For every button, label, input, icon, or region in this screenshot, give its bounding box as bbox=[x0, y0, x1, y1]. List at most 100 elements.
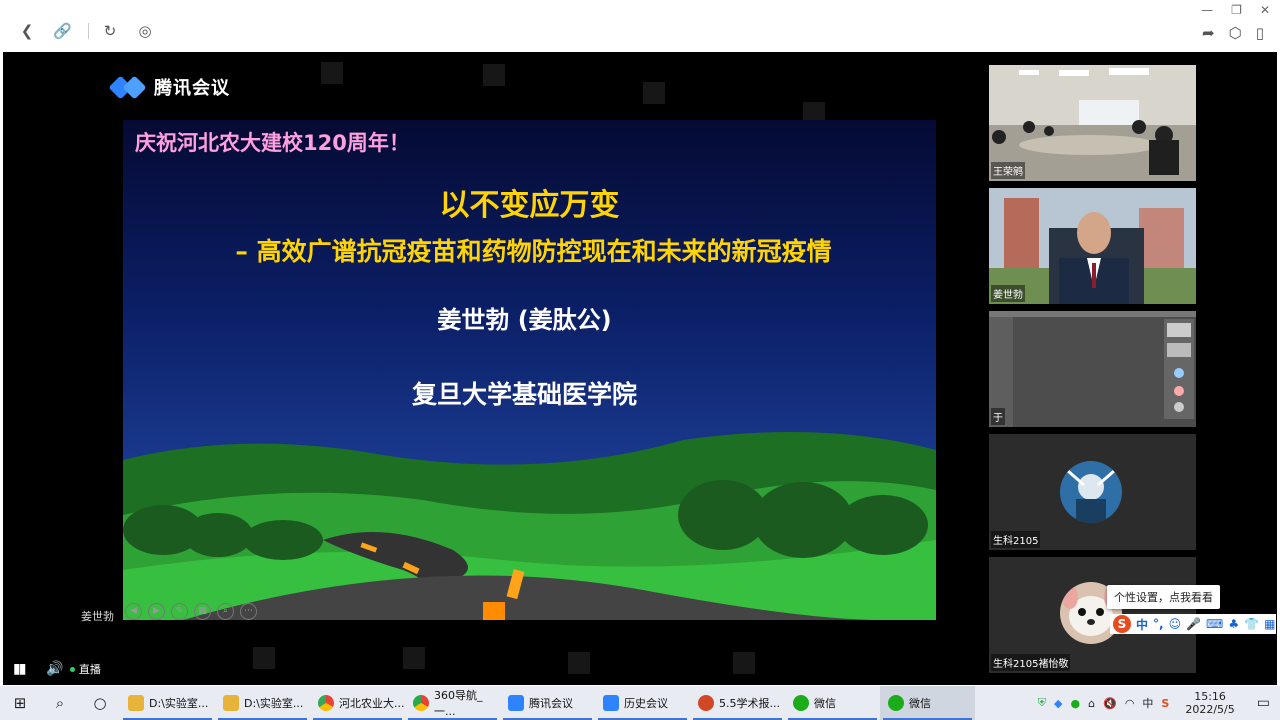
windows-start-icon[interactable]: ⊞ bbox=[0, 694, 40, 712]
taskbar-item[interactable]: 360导航_一... bbox=[405, 686, 500, 720]
system-clock[interactable]: 15:16 2022/5/5 bbox=[1185, 690, 1234, 716]
live-indicator: 直播 bbox=[69, 661, 101, 677]
refresh-icon[interactable]: ↻ bbox=[101, 22, 119, 40]
ime-mode[interactable]: 中 bbox=[1136, 616, 1148, 633]
avatar bbox=[1060, 461, 1122, 523]
volume-muted-icon[interactable]: 🔇 bbox=[1103, 697, 1117, 710]
system-tray: ⛨ ◆ ● ⌂ 🔇 ◠ 中 S 15:16 2022/5/5 ▭ bbox=[1038, 690, 1280, 716]
back-icon[interactable]: ❮ bbox=[18, 22, 36, 40]
restore-icon[interactable]: ❐ bbox=[1231, 3, 1242, 17]
share-icon[interactable]: ➦ bbox=[1202, 24, 1215, 42]
toolbar-right: ➦ ⬡ ▯ bbox=[1202, 24, 1264, 42]
cube-icon[interactable]: ⬡ bbox=[1229, 24, 1242, 42]
slide-controls: ◀ ▶ ✎ ▦ ⌕ ⋯ bbox=[125, 603, 257, 620]
sogou-icon[interactable]: S bbox=[1113, 615, 1131, 633]
wechat-tray-icon[interactable]: ● bbox=[1071, 697, 1081, 710]
mic-icon[interactable]: 🎤 bbox=[1186, 617, 1201, 631]
watermark bbox=[253, 647, 275, 669]
next-slide-button[interactable]: ▶ bbox=[148, 603, 165, 620]
slide-title: 以不变应万变 bbox=[439, 188, 620, 223]
participant-name: 于 bbox=[991, 408, 1005, 425]
watermark bbox=[321, 62, 343, 84]
shirt-icon[interactable]: 👕 bbox=[1244, 617, 1259, 631]
tencent-meeting-icon bbox=[603, 695, 619, 711]
taskbar-item[interactable]: D:\实验室... bbox=[215, 686, 310, 720]
skin-icon[interactable]: ♣ bbox=[1228, 617, 1239, 631]
tencent-meeting-tray-icon[interactable]: ◆ bbox=[1054, 697, 1062, 710]
prev-slide-button[interactable]: ◀ bbox=[125, 603, 142, 620]
more-icon[interactable]: ⋯ bbox=[240, 603, 257, 620]
participant-name: 生科2105褚怡敬 bbox=[991, 654, 1071, 671]
tray-language[interactable]: 中 bbox=[1142, 695, 1153, 711]
watermark bbox=[483, 64, 505, 86]
punctuation-icon[interactable]: °, bbox=[1153, 617, 1164, 631]
folder-icon bbox=[128, 695, 144, 711]
app-logo: 腾讯会议 bbox=[108, 74, 230, 100]
volume-icon[interactable]: 🔊 bbox=[46, 661, 63, 677]
taskbar-item[interactable]: 微信 bbox=[880, 686, 975, 720]
taskbar-item-label: D:\实验室... bbox=[149, 697, 209, 710]
brand-name: 腾讯会议 bbox=[154, 78, 230, 99]
chrome-icon bbox=[318, 695, 334, 711]
browser-toolbar: ❮ 🔗 ↻ ◎ — ❐ ✕ ➦ ⬡ ▯ bbox=[0, 0, 1280, 52]
taskbar-item[interactable]: 历史会议 bbox=[595, 686, 690, 720]
cortana-icon[interactable]: ○ bbox=[80, 694, 120, 712]
minimize-icon[interactable]: — bbox=[1201, 3, 1213, 17]
taskbar-item-label: 腾讯会议 bbox=[529, 697, 573, 710]
network-icon[interactable]: ⌂ bbox=[1088, 697, 1095, 710]
taskbar-item[interactable]: 微信 bbox=[785, 686, 880, 720]
logo-icon bbox=[108, 75, 148, 100]
zoom-icon[interactable]: ⌕ bbox=[217, 603, 234, 620]
grid-icon[interactable]: ▦ bbox=[1264, 617, 1275, 631]
pen-icon[interactable]: ✎ bbox=[171, 603, 188, 620]
keyboard-icon[interactable]: ⌨ bbox=[1206, 617, 1223, 631]
participant-tile[interactable]: 王荣鹓 bbox=[989, 65, 1196, 181]
folder-icon bbox=[223, 695, 239, 711]
presenter-label: 姜世勃 bbox=[81, 610, 114, 623]
globe-icon[interactable]: ◎ bbox=[136, 22, 154, 40]
meeting-view: 腾讯会议 庆祝河北农大建校120周年！ 以不变应万变 – 高效广谱抗冠疫苗和药物… bbox=[3, 52, 1277, 685]
taskbar-item-label: 微信 bbox=[814, 697, 836, 710]
tooltip[interactable]: 个性设置，点我看看 bbox=[1107, 585, 1220, 609]
slides-icon[interactable]: ▦ bbox=[194, 603, 211, 620]
playback-bar: ▮▮ 🔊 直播 bbox=[13, 661, 101, 677]
wechat-icon bbox=[793, 695, 809, 711]
tencent-meeting-icon bbox=[508, 695, 524, 711]
browser-360-icon bbox=[413, 695, 429, 711]
participant-tile[interactable]: 于 bbox=[989, 311, 1196, 427]
participant-name: 生科2105 bbox=[991, 531, 1041, 548]
slide-speaker: 姜世勃 (姜肽公) bbox=[437, 306, 612, 334]
participant-tile[interactable]: 姜世勃 bbox=[989, 188, 1196, 304]
sogou-tray-icon[interactable]: S bbox=[1161, 697, 1169, 710]
taskbar-item[interactable]: 腾讯会议 bbox=[500, 686, 595, 720]
ime-toolbar: S 中 °, ☺ 🎤 ⌨ ♣ 👕 ▦ bbox=[1110, 614, 1276, 634]
pause-button[interactable]: ▮▮ bbox=[13, 661, 26, 677]
road-landscape-illustration bbox=[123, 432, 936, 620]
wechat-icon bbox=[888, 695, 904, 711]
taskbar-item-label: 历史会议 bbox=[624, 697, 668, 710]
taskbar-item[interactable]: 5.5学术报... bbox=[690, 686, 785, 720]
live-dot bbox=[69, 666, 75, 672]
close-icon[interactable]: ✕ bbox=[1260, 3, 1270, 17]
shield-icon[interactable]: ⛨ bbox=[1038, 696, 1046, 710]
taskbar-item[interactable]: D:\实验室... bbox=[120, 686, 215, 720]
divider bbox=[88, 23, 89, 39]
slide-banner: 庆祝河北农大建校120周年！ bbox=[135, 131, 410, 155]
live-label: 直播 bbox=[78, 663, 101, 676]
taskbar-item[interactable]: 河北农业大... bbox=[310, 686, 405, 720]
participant-name: 王荣鹓 bbox=[991, 162, 1025, 179]
emoji-icon[interactable]: ☺ bbox=[1169, 617, 1182, 631]
search-icon[interactable]: ⌕ bbox=[40, 694, 80, 712]
taskbar-item-label: 河北农业大... bbox=[339, 697, 405, 710]
link-icon[interactable]: 🔗 bbox=[53, 22, 72, 40]
participant-tile[interactable]: 生科2105 bbox=[989, 434, 1196, 550]
shared-slide: 庆祝河北农大建校120周年！ 以不变应万变 – 高效广谱抗冠疫苗和药物防控现在和… bbox=[123, 120, 936, 620]
taskbar: ⊞ ⌕ ○ D:\实验室... D:\实验室... 河北农业大... 360导航… bbox=[0, 686, 1280, 720]
document-icon[interactable]: ▯ bbox=[1256, 24, 1264, 42]
watermark bbox=[643, 82, 665, 104]
wifi-icon[interactable]: ◠ bbox=[1125, 697, 1135, 710]
slide-subtitle: – 高效广谱抗冠疫苗和药物防控现在和未来的新冠疫情 bbox=[235, 237, 832, 266]
notification-icon[interactable]: ▭ bbox=[1257, 695, 1270, 711]
clock-time: 15:16 bbox=[1194, 690, 1226, 703]
watermark bbox=[403, 647, 425, 669]
